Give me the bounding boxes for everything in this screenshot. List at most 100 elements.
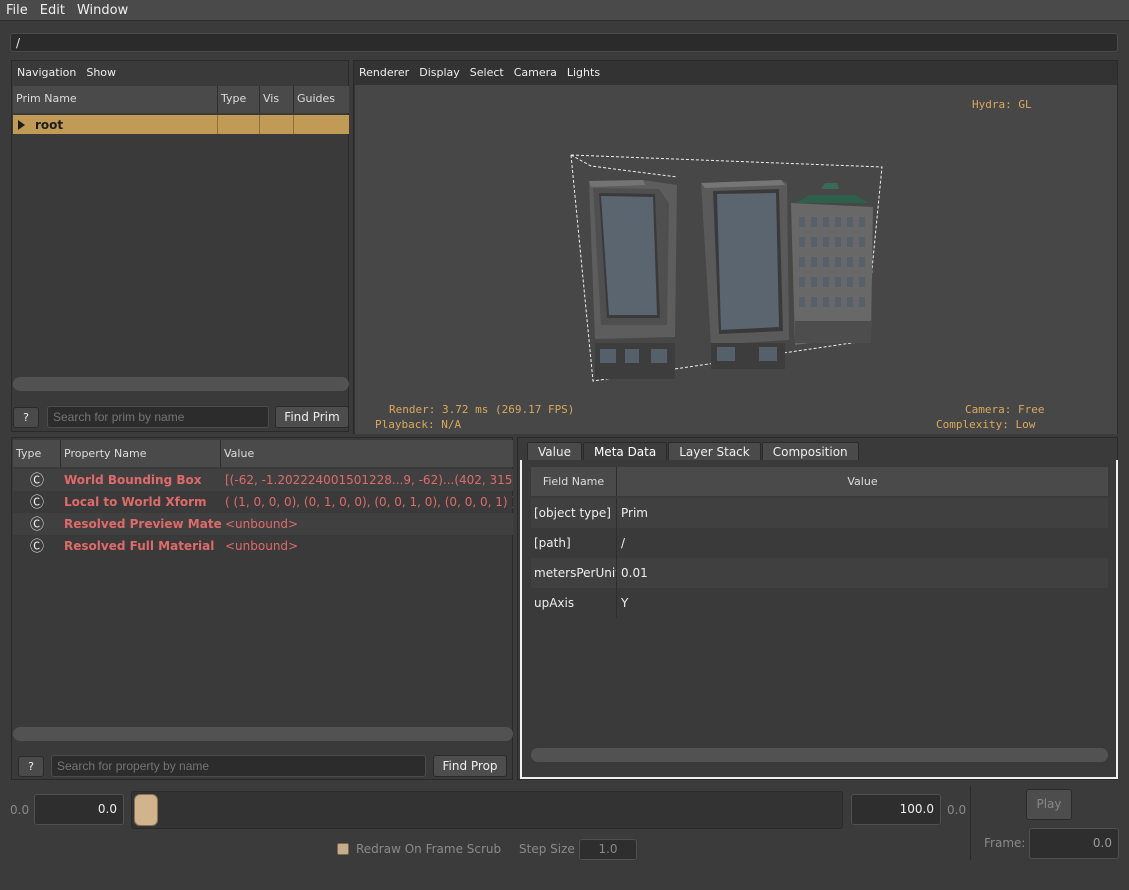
property-search-bar: ? Find Prop [18, 755, 508, 777]
tab-layer-stack[interactable]: Layer Stack [668, 442, 761, 461]
expand-arrow-icon[interactable] [18, 119, 25, 130]
menubar: File Edit Window [0, 0, 1129, 21]
menu-window[interactable]: Window [71, 3, 134, 18]
divider [970, 786, 971, 860]
meta-field-value: / [621, 536, 626, 550]
meta-field-name: [object type] [531, 498, 617, 528]
meta-table-header: Field Name Value [531, 467, 1108, 496]
computed-icon: Ⓒ [30, 473, 44, 489]
property-panel: Type Property Name Value Ⓒ World Boundin… [11, 437, 513, 780]
meta-field-value: Prim [621, 506, 648, 520]
prim-help-button[interactable]: ? [13, 406, 39, 428]
meta-row[interactable]: upAxis Y [531, 588, 1108, 618]
viewport-panel: Renderer Display Select Camera Lights Hy… [353, 60, 1118, 434]
menu-renderer[interactable]: Renderer [354, 66, 414, 79]
redraw-checkbox[interactable] [337, 843, 349, 855]
property-table-header: Type Property Name Value [13, 440, 513, 467]
col-prop-value[interactable]: Value [221, 440, 513, 467]
step-size-label: Step Size [519, 842, 575, 856]
building-model[interactable] [355, 85, 1117, 434]
property-row[interactable]: Ⓒ Local to World Xform ( (1, 0, 0, 0), (… [13, 491, 513, 513]
property-name: Resolved Full Material [64, 539, 215, 553]
computed-icon: Ⓒ [30, 495, 44, 511]
property-horizontal-scrollbar[interactable] [13, 727, 513, 741]
find-prop-button[interactable]: Find Prop [433, 755, 507, 777]
property-name: World Bounding Box [64, 473, 202, 487]
col-vis[interactable]: Vis [260, 86, 294, 113]
step-size-field[interactable]: 1.0 [579, 839, 637, 860]
prim-guides[interactable] [294, 115, 349, 134]
menu-navigation[interactable]: Navigation [12, 66, 81, 79]
prim-row-root[interactable]: root [13, 115, 349, 134]
property-value: [(-62, -1.2022240015012​28...9, -62)...(… [225, 473, 513, 487]
path-field[interactable]: / [10, 33, 1118, 52]
col-prim-name[interactable]: Prim Name [13, 86, 218, 113]
meta-field-name: upAxis [531, 588, 617, 618]
frame-label: Frame: [984, 836, 1026, 850]
col-prop-type[interactable]: Type [13, 440, 61, 467]
viewport-menu: Renderer Display Select Camera Lights [354, 63, 605, 81]
meta-field-value: 0.01 [621, 566, 648, 580]
slider-handle[interactable] [134, 794, 158, 826]
property-name: Local to World Xform [64, 495, 207, 509]
prim-browser-menu: Navigation Show [12, 63, 121, 81]
menu-camera[interactable]: Camera [509, 66, 562, 79]
meta-field-value: Y [621, 596, 629, 610]
current-frame-field[interactable]: 0.0 [1029, 828, 1119, 859]
tab-composition[interactable]: Composition [761, 442, 859, 461]
prim-horizontal-scrollbar[interactable] [13, 377, 349, 391]
menu-select[interactable]: Select [465, 66, 509, 79]
start-frame-field[interactable]: 0.0 [34, 794, 124, 825]
menu-file[interactable]: File [0, 3, 34, 18]
prim-name: root [35, 117, 64, 132]
redraw-label: Redraw On Frame Scrub [356, 842, 502, 856]
inspector-panel: Value Meta Data Layer Stack Composition … [517, 437, 1118, 780]
inspector-tabs: Value Meta Data Layer Stack Composition [527, 442, 860, 461]
computed-icon: Ⓒ [30, 539, 44, 555]
meta-row[interactable]: [path] / [531, 528, 1108, 558]
col-guides[interactable]: Guides [294, 86, 349, 113]
end-frame-field[interactable]: 100.0 [851, 794, 941, 825]
menu-edit[interactable]: Edit [34, 3, 71, 18]
meta-horizontal-scrollbar[interactable] [531, 748, 1108, 762]
tab-value[interactable]: Value [527, 442, 582, 461]
computed-icon: Ⓒ [30, 517, 44, 533]
3d-viewport[interactable]: Hydra: GL Render: 3.72 ms (269.17 FPS) P… [355, 85, 1117, 434]
property-search-input[interactable] [51, 755, 426, 777]
menu-display[interactable]: Display [414, 66, 465, 79]
prim-search-input[interactable] [47, 406, 269, 428]
menu-lights[interactable]: Lights [562, 66, 605, 79]
playback-hud: Playback: N/A [375, 418, 462, 431]
col-type[interactable]: Type [218, 86, 260, 113]
meta-field-name: [path] [531, 528, 617, 558]
prim-vis[interactable] [260, 115, 294, 134]
render-time-hud: Render: 3.72 ms (269.17 FPS) [389, 403, 575, 416]
prim-table-header: Prim Name Type Vis Guides [13, 86, 349, 113]
col-field-name[interactable]: Field Name [531, 467, 617, 496]
property-row[interactable]: Ⓒ Resolved Full Material <unbound> [13, 535, 513, 557]
col-prop-name[interactable]: Property Name [61, 440, 221, 467]
property-help-button[interactable]: ? [18, 755, 44, 777]
prim-browser-panel: Navigation Show Prim Name Type Vis Guide… [11, 60, 349, 432]
range-start-label: 0.0 [10, 803, 30, 817]
play-button[interactable]: Play [1026, 789, 1072, 820]
prim-search-bar: ? Find Prim [13, 406, 349, 428]
find-prim-button[interactable]: Find Prim [275, 406, 349, 428]
meta-field-name: metersPerUnit [531, 558, 617, 588]
property-value: <unbound> [225, 539, 299, 553]
property-row[interactable]: Ⓒ World Bounding Box [(-62, -1.202224001… [13, 469, 513, 491]
col-field-value[interactable]: Value [617, 467, 1108, 496]
prim-type [218, 115, 260, 134]
camera-hud: Camera: Free [965, 403, 1045, 416]
property-name: Resolved Preview Material [64, 517, 221, 531]
meta-row[interactable]: metersPerUnit 0.01 [531, 558, 1108, 588]
complexity-hud: Complexity: Low [936, 418, 1036, 431]
property-row[interactable]: Ⓒ Resolved Preview Material <unbound> [13, 513, 513, 535]
property-value: <unbound> [225, 517, 299, 531]
meta-data-view: Field Name Value [object type] Prim [pat… [520, 460, 1118, 779]
meta-row[interactable]: [object type] Prim [531, 498, 1108, 528]
range-end-label: 0.0 [947, 803, 967, 817]
tab-meta-data[interactable]: Meta Data [582, 442, 668, 461]
menu-show[interactable]: Show [81, 66, 121, 79]
frame-slider[interactable] [131, 791, 843, 829]
